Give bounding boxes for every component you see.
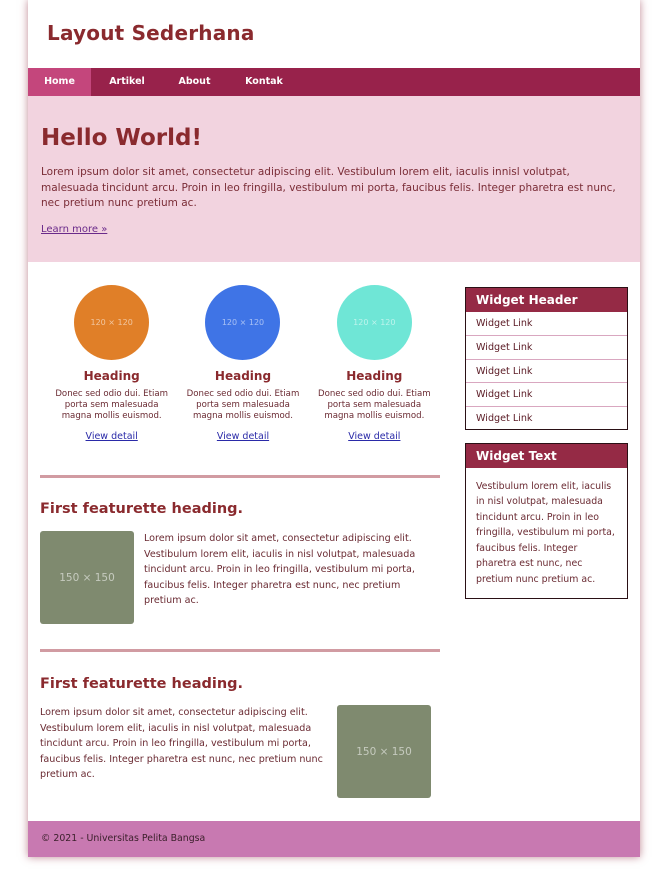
column-heading: Heading [346,369,403,383]
site-title: Layout Sederhana [47,21,255,45]
site-header: Layout Sederhana [28,0,640,68]
widget-links: Widget Header Widget Link Widget Link Wi… [465,287,628,430]
page-container: Layout Sederhana Home Artikel About Kont… [28,0,640,857]
circle-image: 120 × 120 [205,285,281,360]
view-detail-link[interactable]: View detail [86,431,138,442]
section-divider [40,649,440,652]
column-heading: Heading [214,369,272,383]
sidebar: Widget Header Widget Link Widget Link Wi… [465,287,628,612]
learn-more-link[interactable]: Learn more » [41,224,107,235]
hero-text: Lorem ipsum dolor sit amet, consectetur … [41,166,616,210]
widget-link[interactable]: Widget Link [466,382,627,405]
widget-text: Widget Text Vestibulum lorem elit, iacul… [465,442,628,600]
feature-columns: 120 × 120 Heading Donec sed odio dui. Et… [40,285,440,443]
featurette-image: 150 × 150 [40,531,134,624]
column-text: Donec sed odio dui. Etiam porta sem male… [186,389,300,421]
featurette-heading: First featurette heading. [40,676,244,692]
feature-column: 120 × 120 Heading Donec sed odio dui. Et… [177,285,308,443]
column-heading: Heading [83,369,140,383]
widget-link-list: Widget Link Widget Link Widget Link Widg… [466,312,627,429]
featurette-heading: First featurette heading. [40,501,244,517]
circle-image: 120 × 120 [336,285,412,360]
widget-link[interactable]: Widget Link [466,312,627,335]
nav-item-about[interactable]: About [163,68,226,96]
column-text: Donec sed odio dui. Etiam porta sem male… [317,389,431,421]
featurette-text: Lorem ipsum dolor sit amet, consectetur … [144,533,416,607]
feature-column: 120 × 120 Heading Donec sed odio dui. Et… [309,285,440,443]
hero-title: Hello World! [41,125,202,151]
footer-text: © 2021 - Universitas Pelita Bangsa [41,833,206,844]
main-nav: Home Artikel About Kontak [28,68,640,96]
widget-header: Widget Header [466,288,627,312]
nav-item-kontak[interactable]: Kontak [226,68,302,96]
featurette-text: Lorem ipsum dolor sit amet, consectetur … [40,707,323,781]
widget-header: Widget Text [466,443,627,468]
column-text: Donec sed odio dui. Etiam porta sem male… [55,389,168,421]
widget-text-body: Vestibulum lorem elit, iaculis in nisl v… [476,480,615,585]
hero-banner: Hello World! Lorem ipsum dolor sit amet,… [28,96,640,262]
view-detail-link[interactable]: View detail [217,431,269,442]
widget-link[interactable]: Widget Link [466,405,627,429]
widget-link[interactable]: Widget Link [466,335,627,358]
site-footer: © 2021 - Universitas Pelita Bangsa [28,821,640,857]
section-divider [40,475,440,478]
circle-image: 120 × 120 [74,285,150,360]
featurette-image: 150 × 150 [337,705,431,798]
widget-link[interactable]: Widget Link [466,358,627,382]
view-detail-link[interactable]: View detail [348,431,400,442]
nav-item-home[interactable]: Home [28,68,91,96]
feature-column: 120 × 120 Heading Donec sed odio dui. Et… [46,285,177,443]
nav-item-artikel[interactable]: Artikel [91,68,163,96]
